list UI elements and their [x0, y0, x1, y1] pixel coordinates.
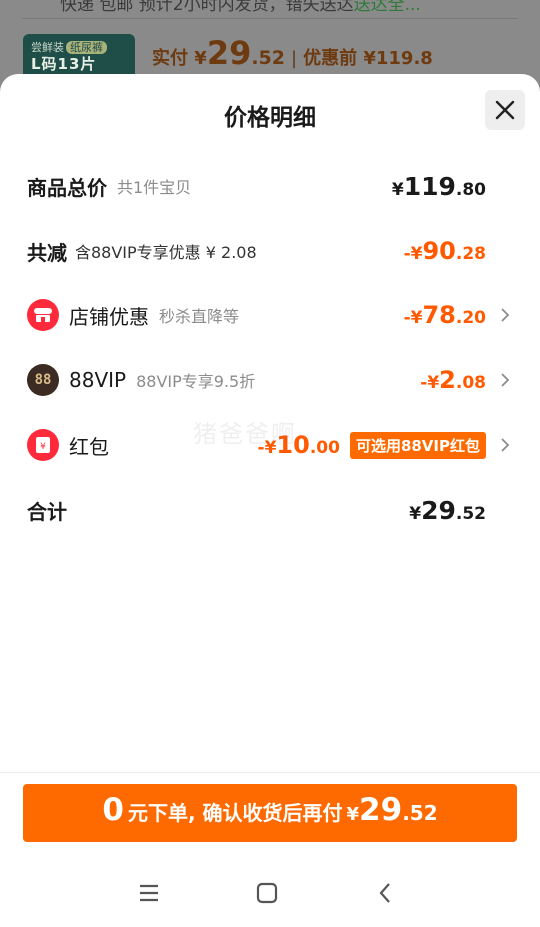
price-detail-sheet: 价格明细 商品总价 共1件宝贝 ¥119.80 共减 含88VIP专享优惠 ¥ … [0, 74, 540, 927]
shop-icon [27, 299, 59, 331]
row-sum: 合计 ¥29.52 [27, 490, 510, 530]
cta-int: 29 [359, 792, 403, 828]
back-button[interactable] [367, 875, 403, 911]
divider [0, 772, 540, 773]
close-icon [495, 100, 515, 120]
shipping-highlight: 送达全... [353, 0, 421, 15]
watermark: 猪爸爸啊 [193, 420, 297, 448]
pay-later-order-button[interactable]: 0 元下单, 确认收货后再付 ¥29.52 [23, 784, 517, 842]
divider [22, 18, 518, 19]
total-price-amount: ¥119.80 [392, 172, 486, 201]
currency: -¥ [403, 244, 423, 264]
total-reduction-amount: -¥ 90.28 [404, 237, 486, 265]
sum-label: 合计 [27, 499, 67, 524]
total-reduction-sub: 含88VIP专享优惠 ¥ 2.08 [75, 243, 257, 262]
price-label: 实付 [152, 48, 188, 69]
total-reduction-label: 共减 [27, 240, 67, 265]
amount-int: 90 [422, 237, 456, 265]
amount-dec: .52 [455, 503, 486, 524]
cta-currency: ¥ [346, 804, 360, 825]
back-icon [379, 883, 390, 903]
vip-sub: 88VIP专享9.5折 [136, 372, 256, 391]
vip-amount: -¥ 2.08 [420, 366, 486, 394]
red-packet-label: 红包 [69, 434, 109, 459]
shop-discount-amount: -¥ 78.20 [404, 301, 486, 329]
thumb-tag: 纸尿裤 [66, 41, 107, 54]
original-price: 优惠前 ¥119.8 [303, 48, 433, 69]
close-button[interactable] [485, 90, 525, 130]
row-shop-discount[interactable]: 店铺优惠 秒杀直降等 -¥ 78.20 [27, 295, 510, 335]
row-total-price: 商品总价 共1件宝贝 ¥119.80 [27, 166, 510, 206]
shop-discount-sub: 秒杀直降等 [159, 307, 240, 326]
cta-text: 元下单, 确认收货后再付 [127, 801, 343, 825]
price-separator: | [291, 48, 298, 69]
vip-red-packet-badge[interactable]: 可选用88VIP红包 [349, 431, 486, 459]
price-int: 29 [206, 34, 252, 72]
amount-dec: .80 [455, 179, 486, 200]
background-price: 实付 ¥29.52 | 优惠前 ¥119.8 [152, 34, 433, 72]
price-currency: ¥ [194, 48, 207, 69]
amount-int: 78 [422, 301, 456, 329]
svg-text:¥: ¥ [40, 442, 46, 452]
amount-int: 2 [439, 366, 456, 394]
home-button[interactable] [249, 875, 285, 911]
vip-icon: 88 [27, 364, 59, 396]
total-price-sub: 共1件宝贝 [117, 178, 192, 197]
row-total-reduction: 共减 含88VIP专享优惠 ¥ 2.08 -¥ 90.28 [27, 231, 510, 271]
amount-dec: .20 [455, 308, 486, 328]
chevron-right-icon [492, 372, 510, 388]
sum-amount: ¥29.52 [409, 496, 486, 525]
amount-int: 119 [403, 171, 456, 201]
price-dec: .52 [251, 47, 286, 69]
currency: ¥ [409, 503, 422, 524]
cta-dec: .52 [402, 801, 438, 825]
vip-label: 88VIP [69, 368, 127, 392]
chevron-right-icon [492, 307, 510, 323]
thumb-size: L码13片 [31, 55, 97, 73]
currency: -¥ [420, 373, 440, 393]
amount-dec: .00 [309, 438, 340, 458]
row-88vip[interactable]: 88 88VIP 88VIP专享9.5折 -¥ 2.08 [27, 360, 510, 400]
red-packet-icon: ¥ [27, 429, 59, 461]
background-shipping-text: 快递 包邮 预计2小时内发货，错失送达送达全... [60, 0, 421, 15]
total-price-label: 商品总价 [27, 175, 107, 200]
thumb-brand: 尝鲜装 [31, 41, 64, 54]
cta-zero: 0 [102, 792, 124, 828]
system-navbar [0, 867, 540, 917]
amount-int: 29 [421, 495, 456, 525]
currency: ¥ [391, 179, 404, 200]
shipping-text: 快递 包邮 预计2小时内发货，错失送达 [60, 0, 354, 15]
menu-button[interactable] [131, 875, 167, 911]
amount-dec: .08 [455, 373, 486, 393]
amount-dec: .28 [455, 244, 486, 264]
currency: -¥ [403, 308, 423, 328]
shop-discount-label: 店铺优惠 [69, 304, 149, 329]
sheet-title: 价格明细 [224, 105, 316, 131]
menu-icon [140, 884, 158, 902]
home-icon [256, 882, 278, 904]
chevron-right-icon [492, 437, 510, 453]
